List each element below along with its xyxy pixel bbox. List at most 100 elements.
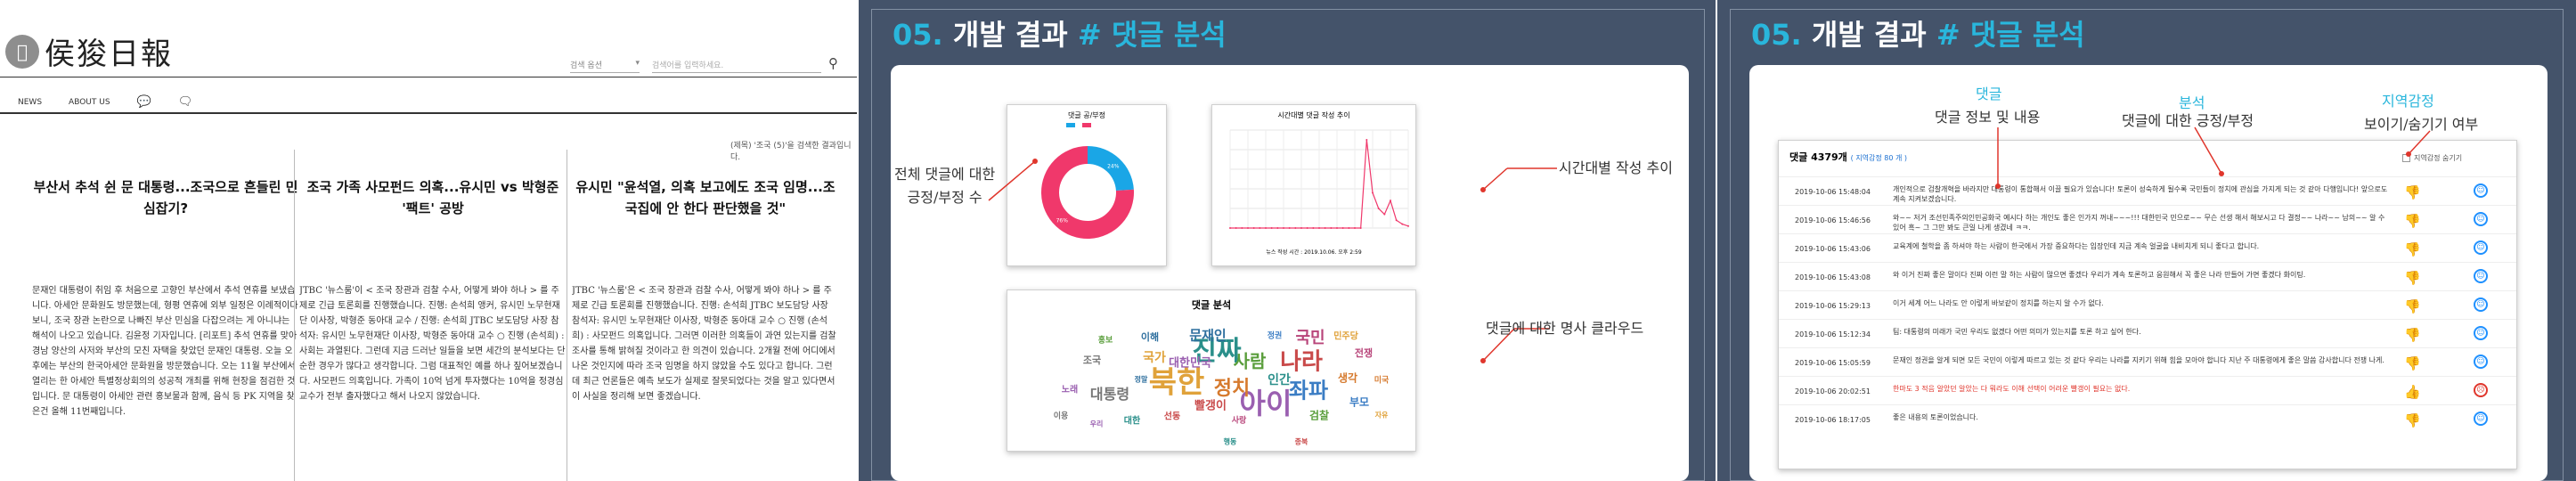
line-title: 시간대별 댓글 작성 추이 [1277,111,1350,119]
data-point [1306,227,1308,229]
data-point [1401,223,1404,225]
donut-title: 댓글 공/부정 [1067,111,1106,119]
annotation-right-top: 시간대별 작성 추이 [1559,159,1673,176]
line-caption: 뉴스 작성 시간 : 2019.10.06. 오후 2:59 [1266,249,1362,256]
header-label-comment: 댓글 [1976,86,2002,102]
smile-face-icon: ☺ [2474,212,2488,226]
newspaper-panel:  侯狻日報 검색 옵션 ▾ 검색어를 입력하세요. ⚲ NEWS ABOUT … [0,0,859,481]
header-sub-region: 보이기/숨기기 여부 [2364,116,2479,133]
cloud-word: 사람 [1233,350,1267,372]
thumbs-down-icon: 👎 [2404,327,2421,343]
data-point [1395,219,1398,222]
nav-news[interactable]: NEWS [18,98,42,107]
article-card[interactable]: 조국 가족 사모펀드 의혹...유시민 vs 박형준 '팩트' 공방 JTBC … [299,150,567,481]
data-point [1336,227,1338,229]
thumbs-down-icon: 👎 [2404,355,2421,371]
table-row[interactable]: 2019-10-06 15:48:04 개인적으로 검찰개혁을 바라지만 대통령이… [1779,176,2516,205]
smile-face-icon: ☺ [2474,355,2488,369]
analysis-slide-2: 05. 개발 결과 # 댓글 분석 댓글 댓글 정보 및 내용 분석 댓글에 대… [1717,0,2576,481]
analysis-slide-1: 05. 개발 결과 # 댓글 분석 댓글 공/부정 24% 76% 시간대별 댓글… [859,0,1717,481]
donut-chart: 24% 76% [1041,146,1134,239]
chat-icon[interactable]: 💬 [137,95,151,109]
nav-about-us[interactable]: ABOUT US [69,98,110,107]
smile-face-icon: ☺ [2474,412,2488,426]
cloud-word: 우리 [1089,420,1104,428]
comment-date: 2019-10-06 18:17:05 [1795,416,1871,424]
comment-text: 한마도 3 적음 알았던 알았는 다 뭐라도 이해 선택이 어려운 빨갱이 필요… [1893,385,2131,393]
smile-face-icon: ☺ [2474,183,2488,198]
comment-count: 댓글 4379개 ( 지역감정 80 개 ) [1789,151,1908,163]
word-cloud: 북한 진짜 아이 나라 좌파 정치 사람 국민 대통령 문재인 국가 인간 대한민국 빨갱이 부모 생각 검찰 전… [1007,317,1417,451]
data-point [1247,227,1249,229]
table-row[interactable]: 2019-10-06 20:02:51 한마도 3 적음 알았던 알았는 다 뭐라… [1779,376,2516,404]
data-point [1241,227,1243,229]
data-point [1235,227,1237,229]
cloud-word: 선동 [1163,412,1181,422]
article-body: 문재인 대통령이 취임 후 처음으로 고향인 부산에서 추석 연휴를 보냈습니다… [32,286,298,417]
checkbox[interactable] [2402,154,2410,162]
site-logo[interactable]:  侯狻日報 [5,29,173,73]
article-card[interactable]: 부산서 추석 쉰 문 대통령...조국으로 흔들린 민심잡기? 문재인 대통령이… [32,150,299,481]
data-point [1300,227,1302,229]
comment-date: 2019-10-06 20:02:51 [1795,387,1871,395]
comment-list: 댓글 4379개 ( 지역감정 80 개 ) 지역감정 숨기기 2019-10-… [1778,140,2517,469]
thumbs-up-icon: 👍 [2404,384,2421,400]
cloud-word: 대한민국 [1169,356,1211,371]
cloud-word: 국민 [1295,329,1325,347]
cloud-word: 미국 [1374,376,1390,386]
cloud-word: 국가 [1143,351,1166,365]
donut-chart-box: 댓글 공/부정 24% 76% [1007,104,1167,266]
data-point [1377,208,1380,209]
comment-date: 2019-10-06 15:46:56 [1795,216,1871,224]
article-body: JTBC '뉴스룸'은 < 조국 장관과 검찰 수사, 어떻게 봐야 하나 > … [572,286,836,402]
search-option-select[interactable]: 검색 옵션 ▾ [570,59,640,73]
table-row[interactable]: 2019-10-06 15:12:34 팀: 대통령의 미래가 국민 우리도 없겠… [1779,319,2516,347]
data-point [1341,227,1344,229]
cloud-word: 정말 [1134,375,1148,384]
comment-text: 교육계에 철학을 좀 하셔야 하는 사람이 한국에서 가장 중요하다는 입장인데… [1893,242,2260,250]
cloud-word: 민주당 [1333,331,1358,342]
comment-text: 이거 세계 어느 나라도 안 이렇게 바보같이 정치를 하는지 알 수가 없다. [1893,299,2104,307]
article-headline[interactable]: 유시민 "윤석열, 의혹 보고에도 조국 임명...조국집에 안 한다 판단했을… [572,150,839,265]
comment-date: 2019-10-06 15:43:08 [1795,273,1871,281]
data-point [1330,227,1333,229]
article-body: JTBC '뉴스룸'이 < 조국 장관과 검찰 수사, 어떻게 봐야 하나 > … [299,286,566,402]
data-point [1324,227,1326,229]
nav-bar: NEWS ABOUT US 💬 🗨 [18,95,192,109]
cloud-title: 댓글 분석 [1191,299,1232,311]
data-point [1359,227,1362,229]
table-row[interactable]: 2019-10-06 18:17:05 좋은 내용의 토론이었습니다. 👎 ☺ [1779,404,2516,433]
table-row[interactable]: 2019-10-06 15:05:59 문재인 정권을 알게 되면 모든 국민이 … [1779,347,2516,376]
search-input[interactable]: 검색어를 입력하세요. [652,59,821,73]
slide-card: 댓글 댓글 정보 및 내용 분석 댓글에 대한 긍정/부정 지역감정 보이기/숨… [1749,65,2547,481]
table-row[interactable]: 2019-10-06 15:46:56 와~~ 저거 조선민족주의인민공화국 예시… [1779,205,2516,233]
annotation-left: 전체 댓글에 대한 긍정/부정 수 [894,166,996,206]
data-point [1390,200,1391,202]
smile-face-icon: ☺ [2474,326,2488,340]
article-card[interactable]: 유시민 "윤석열, 의혹 보고에도 조국 임명...조국집에 안 한다 판단했을… [572,150,839,481]
divider [0,112,859,114]
table-row[interactable]: 2019-10-06 15:43:06 교육계에 철학을 좀 하셔야 하는 사람이… [1779,233,2516,262]
thumbs-down-icon: 👎 [2404,241,2421,257]
data-point [1288,227,1291,229]
data-point [1265,227,1267,229]
data-point [1365,139,1368,141]
table-row[interactable]: 2019-10-06 15:43:08 와 이거 진짜 좋은 말이다 진짜 이런 … [1779,262,2516,290]
article-headline[interactable]: 부산서 추석 쉰 문 대통령...조국으로 흔들린 민심잡기? [32,150,299,265]
region-hide-toggle[interactable]: 지역감정 숨기기 [2402,153,2462,163]
comment-text: 문재인 정권을 알게 되면 모든 국민이 이렇게 따르고 있는 것 같다 우리는… [1893,356,2384,364]
comments-icon[interactable]: 🗨 [178,95,193,109]
smile-face-icon: ☺ [2474,298,2488,312]
thumbs-down-icon: 👎 [2404,213,2421,229]
comment-date: 2019-10-06 15:05:59 [1795,359,1871,367]
data-point [1348,227,1350,229]
comment-date: 2019-10-06 15:43:06 [1795,245,1871,253]
chevron-down-icon: ▾ [635,59,640,68]
data-point [1354,227,1356,229]
cloud-word: 좌파 [1288,378,1329,404]
donut-label: 76% [1056,218,1069,224]
table-row[interactable]: 2019-10-06 15:29:13 이거 세계 어느 나라도 안 이렇게 바보… [1779,290,2516,319]
article-headline[interactable]: 조국 가족 사모펀드 의혹...유시민 vs 박형준 '팩트' 공방 [299,150,567,265]
search-icon[interactable]: ⚲ [828,55,838,71]
donut-legend [1066,123,1091,127]
